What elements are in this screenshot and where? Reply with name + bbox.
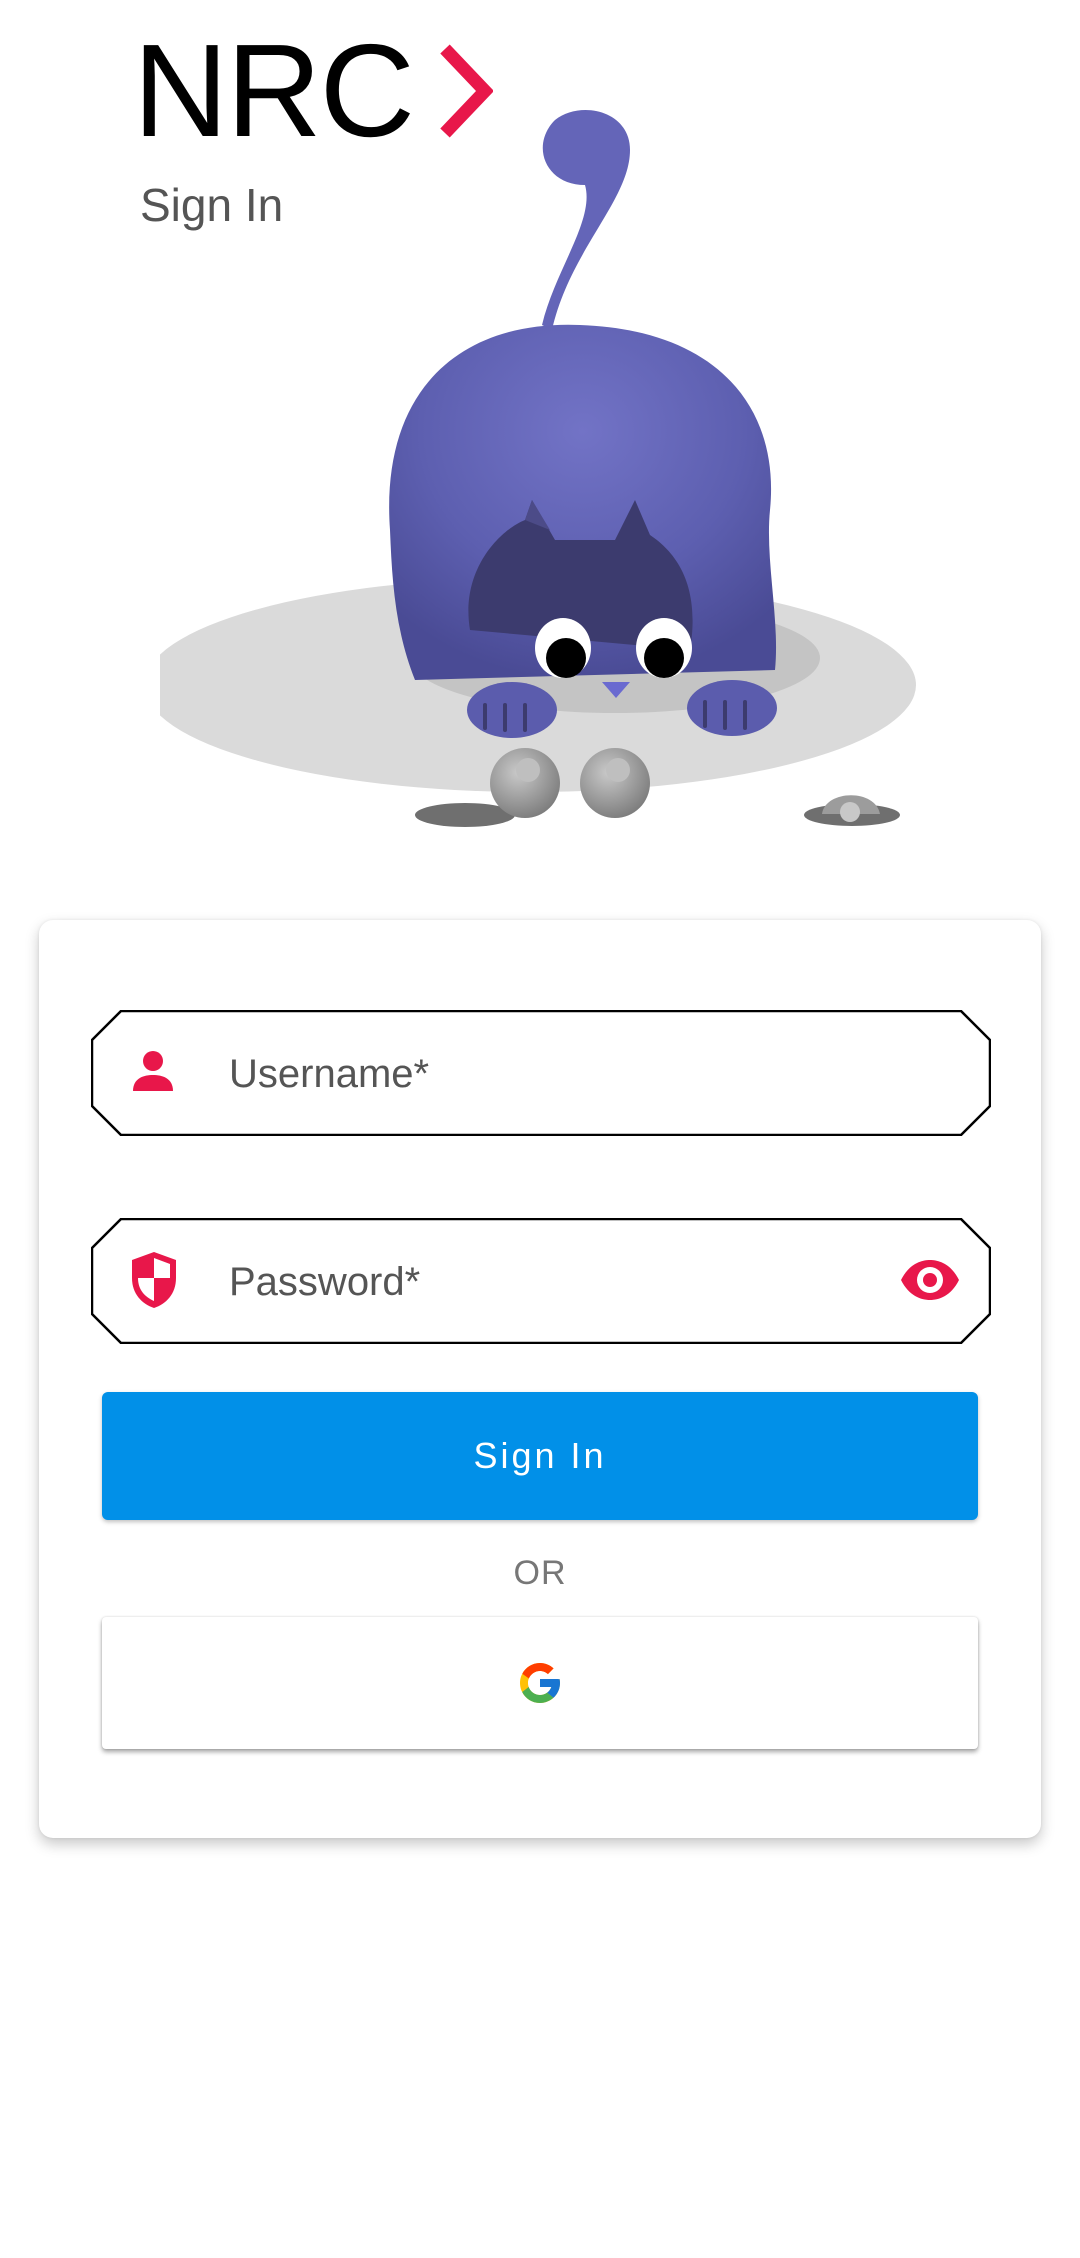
eye-icon[interactable]	[899, 1258, 961, 1302]
username-input[interactable]	[227, 1030, 831, 1118]
google-icon	[520, 1663, 560, 1703]
password-input[interactable]	[227, 1238, 831, 1326]
cat-illustration	[160, 110, 916, 827]
password-field[interactable]	[91, 1218, 991, 1344]
username-field[interactable]	[91, 1010, 991, 1136]
or-divider: OR	[513, 1554, 567, 1592]
person-icon	[133, 1051, 173, 1091]
shield-icon	[132, 1252, 176, 1308]
sign-in-button[interactable]: Sign In	[102, 1392, 978, 1520]
google-sign-in-button[interactable]	[102, 1617, 978, 1749]
login-card: Sign In OR	[39, 920, 1041, 1838]
